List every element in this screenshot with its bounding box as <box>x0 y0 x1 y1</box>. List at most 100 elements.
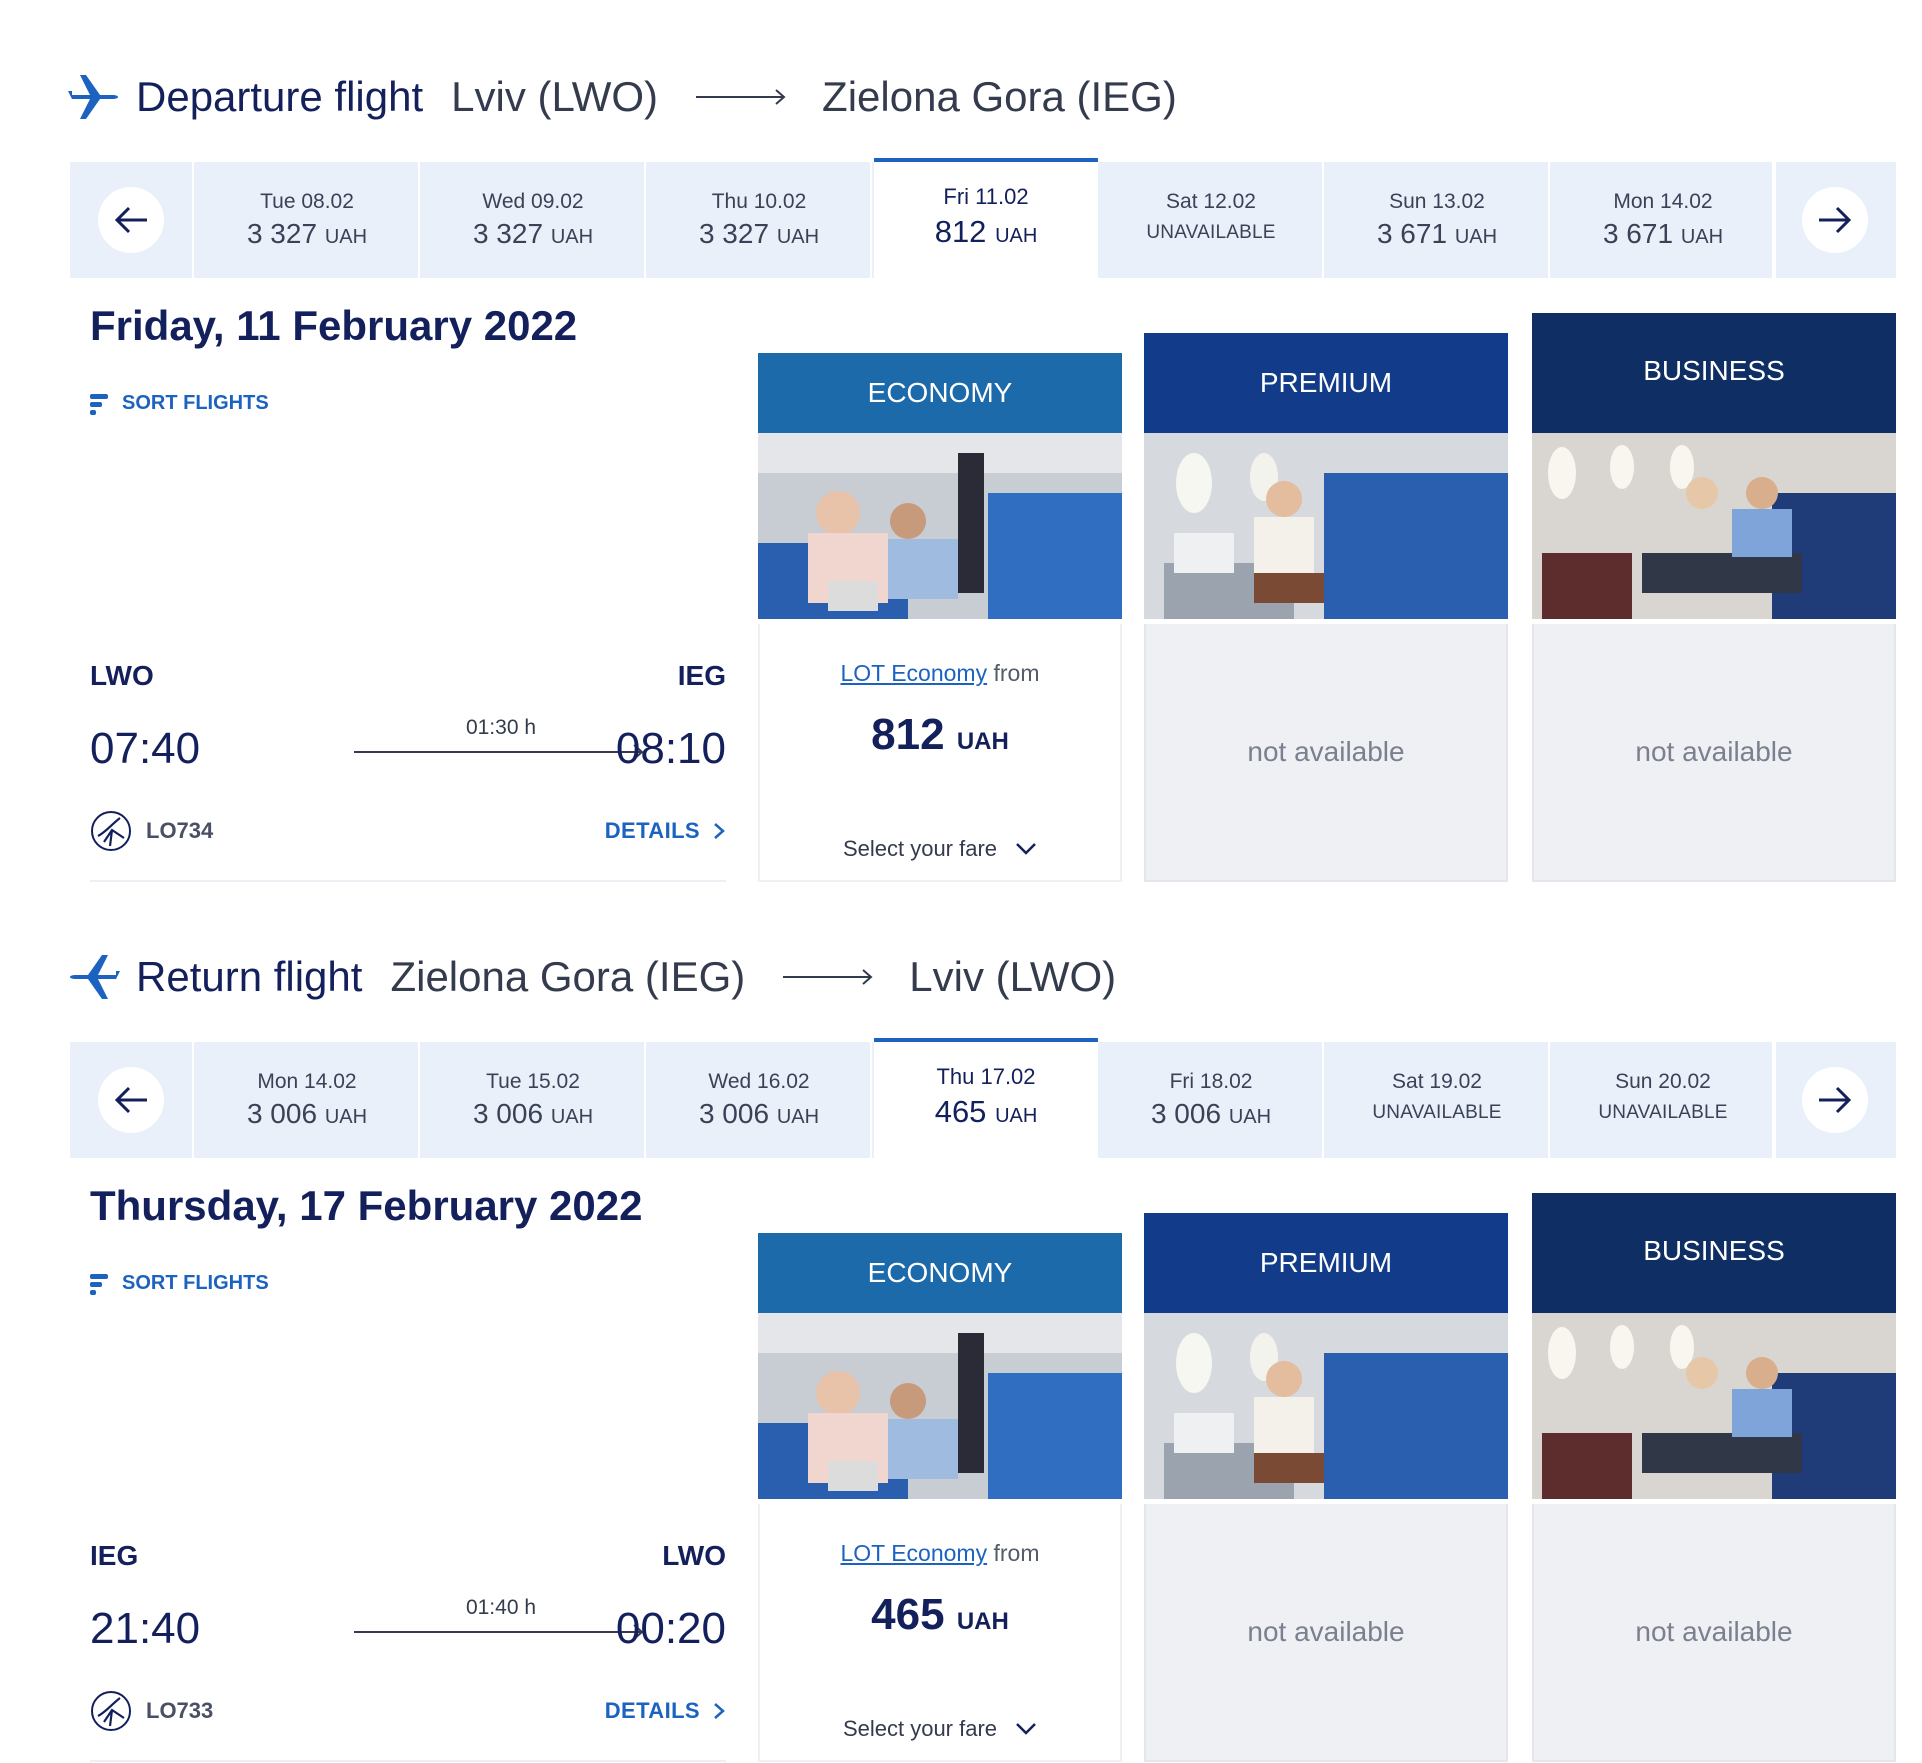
flight-header-label: Departure flight <box>136 73 424 120</box>
date-option[interactable]: Sat 19.02 UNAVAILABLE <box>1326 1042 1550 1158</box>
arrow-right-icon <box>1802 1067 1868 1133</box>
lot-economy-link[interactable]: LOT Economy <box>841 660 988 686</box>
date-unavailable: UNAVAILABLE <box>1146 222 1276 243</box>
date-label: Wed 16.02 <box>708 1070 810 1093</box>
business-cabin-image <box>1532 1313 1896 1499</box>
selected-date-title: Thursday, 17 February 2022 <box>90 1182 643 1229</box>
flight-details-link[interactable]: DETAILS <box>605 818 726 844</box>
arrow-right-icon <box>1802 187 1868 253</box>
sort-flights-label: SORT FLIGHTS <box>122 392 269 414</box>
flight-row: IEG LWO 21:40 01:40 h 00:20 LO733 DETAIL… <box>90 1530 726 1762</box>
fare-card-body: LOT Economy from 465 UAH Select your far… <box>758 1504 1122 1762</box>
date-label: Wed 09.02 <box>482 190 584 213</box>
date-option[interactable]: Tue 15.02 3 006 UAH <box>422 1042 646 1158</box>
origin-code: LWO <box>90 660 154 691</box>
sort-icon <box>90 1273 108 1295</box>
selected-date-title: Friday, 11 February 2022 <box>90 302 578 349</box>
premium-fare-card: PREMIUM not available <box>1144 1213 1508 1762</box>
date-price: 3 006 UAH <box>246 1098 368 1129</box>
fare-price: 465 UAH <box>871 1590 1009 1639</box>
destination-city: Lviv (LWO) <box>909 953 1117 1000</box>
flight-header: Departure flight Lviv (LWO) Zielona Gora… <box>68 62 1177 132</box>
sort-flights-button[interactable]: SORT FLIGHTS <box>88 1272 269 1295</box>
destination-code: IEG <box>677 660 726 691</box>
destination-city: Zielona Gora (IEG) <box>822 73 1177 120</box>
fare-class-title: PREMIUM <box>1144 1213 1508 1313</box>
arrival-time: 08:10 <box>615 724 726 773</box>
details-label: DETAILS <box>604 818 700 843</box>
date-label: Mon 14.02 <box>1613 190 1713 213</box>
details-label: DETAILS <box>604 1698 700 1723</box>
flight-header-label: Return flight <box>136 953 363 1000</box>
premium-cabin-image <box>1144 433 1508 619</box>
date-selector: Mon 14.02 3 006 UAH Tue 15.02 3 006 UAH … <box>70 1038 1896 1160</box>
date-unavailable: UNAVAILABLE <box>1598 1102 1728 1123</box>
lot-crane-logo-icon <box>91 811 131 851</box>
fare-class-title: BUSINESS <box>1532 1193 1896 1313</box>
plane-takeoff-icon <box>68 75 118 119</box>
date-label: Sat 19.02 <box>1392 1070 1482 1093</box>
fare-unavailable: not available <box>1635 736 1793 767</box>
date-option[interactable]: Tue 08.02 3 327 UAH <box>196 162 420 278</box>
flight-header: Return flight Zielona Gora (IEG) Lviv (L… <box>68 942 1116 1012</box>
date-label: Thu 10.02 <box>711 190 807 213</box>
date-price: 812 UAH <box>934 214 1038 249</box>
date-option[interactable]: Fri 18.02 3 006 UAH <box>1100 1042 1324 1158</box>
next-dates-button[interactable] <box>1772 162 1896 278</box>
economy-fare-card[interactable]: ECONOMY LOT Economy from 465 UAH Select … <box>758 1233 1122 1762</box>
sort-flights-label: SORT FLIGHTS <box>122 1272 269 1294</box>
date-unavailable: UNAVAILABLE <box>1372 1102 1502 1123</box>
date-option[interactable]: Wed 16.02 3 006 UAH <box>648 1042 872 1158</box>
date-price: 3 671 UAH <box>1602 218 1724 249</box>
fare-from-line: LOT Economy from <box>840 1540 1040 1566</box>
economy-fare-card[interactable]: ECONOMY LOT Economy from 812 UAH Select … <box>758 353 1122 882</box>
economy-cabin-image <box>758 433 1122 619</box>
fare-card-body: not available <box>1532 624 1896 882</box>
business-cabin-image <box>1532 433 1896 619</box>
date-price: 3 671 UAH <box>1376 218 1498 249</box>
fare-class-title: PREMIUM <box>1144 333 1508 433</box>
date-option[interactable]: Wed 09.02 3 327 UAH <box>422 162 646 278</box>
premium-cabin-image <box>1144 1313 1508 1499</box>
fare-card-body: not available <box>1144 1504 1508 1762</box>
long-arrow-right-icon <box>696 89 786 105</box>
chevron-right-icon <box>714 1703 725 1719</box>
date-label: Thu 17.02 <box>936 1064 1036 1089</box>
origin-city: Zielona Gora (IEG) <box>390 953 746 1000</box>
previous-dates-button[interactable] <box>70 1042 194 1158</box>
arrival-time: 00:20 <box>615 1604 726 1653</box>
date-option[interactable]: Mon 14.02 3 671 UAH <box>1552 162 1776 278</box>
lot-economy-link[interactable]: LOT Economy <box>841 1540 988 1566</box>
fare-class-title: ECONOMY <box>758 1233 1122 1313</box>
date-option[interactable]: Sun 20.02 UNAVAILABLE <box>1552 1042 1776 1158</box>
fare-card-body: LOT Economy from 812 UAH Select your far… <box>758 624 1122 882</box>
select-fare-button[interactable]: Select your fare <box>760 1716 1120 1742</box>
premium-fare-card: PREMIUM not available <box>1144 333 1508 882</box>
date-price: 3 006 UAH <box>1150 1098 1272 1129</box>
date-label: Sat 12.02 <box>1166 190 1256 213</box>
departure-time: 07:40 <box>90 724 201 773</box>
date-label: Fri 18.02 <box>1169 1070 1253 1093</box>
date-option[interactable]: Thu 10.02 3 327 UAH <box>648 162 872 278</box>
previous-dates-button[interactable] <box>70 162 194 278</box>
date-price: 465 UAH <box>934 1094 1038 1129</box>
flight-duration: 01:30 h <box>465 716 537 739</box>
return-section: Return flight Zielona Gora (IEG) Lviv (L… <box>0 880 1922 1762</box>
date-option[interactable]: Mon 14.02 3 006 UAH <box>196 1042 420 1158</box>
date-option[interactable]: Sat 12.02 UNAVAILABLE <box>1100 162 1324 278</box>
flight-number-label: LO733 <box>146 1698 214 1723</box>
date-price: 3 327 UAH <box>472 218 594 249</box>
fare-class-title: ECONOMY <box>758 353 1122 433</box>
date-price: 3 327 UAH <box>698 218 820 249</box>
flight-details-link[interactable]: DETAILS <box>605 1698 726 1724</box>
date-option-selected[interactable]: Thu 17.02 465 UAH <box>874 1038 1098 1160</box>
date-option[interactable]: Sun 13.02 3 671 UAH <box>1326 162 1550 278</box>
sort-flights-button[interactable]: SORT FLIGHTS <box>88 392 269 415</box>
select-fare-button[interactable]: Select your fare <box>760 836 1120 862</box>
origin-code: IEG <box>90 1540 139 1571</box>
date-option-selected[interactable]: Fri 11.02 812 UAH <box>874 158 1098 280</box>
next-dates-button[interactable] <box>1772 1042 1896 1158</box>
destination-code: LWO <box>662 1540 726 1571</box>
plane-landing-icon <box>70 955 120 999</box>
chevron-down-icon <box>1016 1723 1036 1735</box>
